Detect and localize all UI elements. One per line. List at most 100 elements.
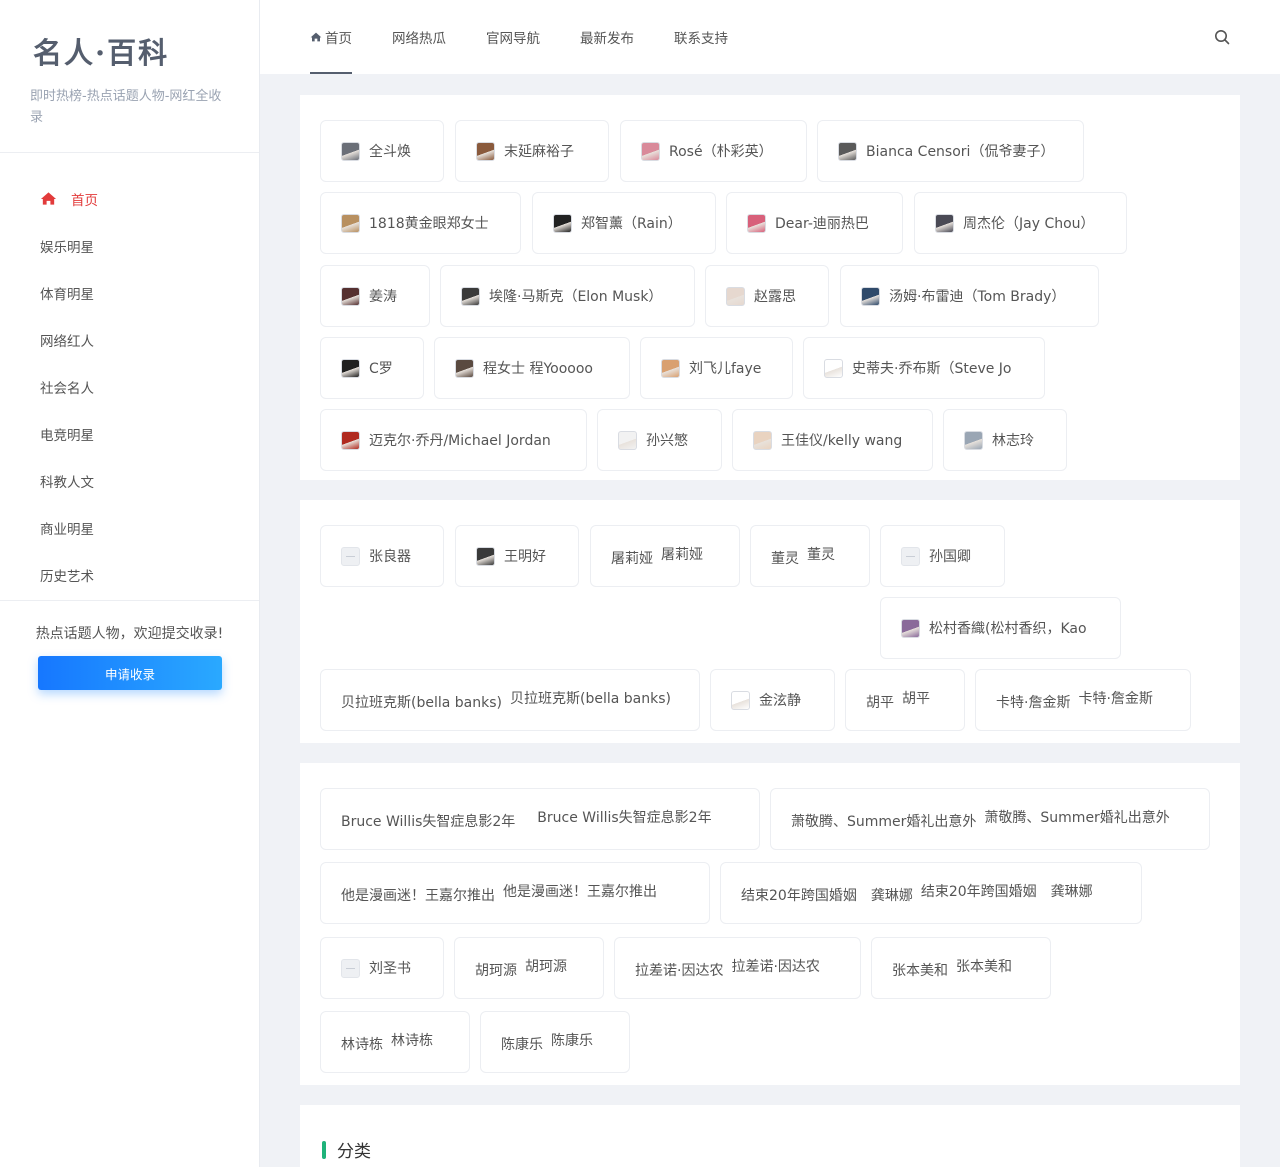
tag-item[interactable]: Rosé（朴彩英）: [620, 120, 807, 182]
tag-label: 张本美和: [892, 963, 948, 979]
avatar: [455, 358, 474, 378]
top-bar: 首页 网络热瓜 官网导航 最新发布 联系支持: [260, 0, 1280, 74]
tag-item[interactable]: 刘圣书: [320, 937, 444, 999]
sidebar-item-history[interactable]: 历史艺术: [0, 551, 259, 598]
avatar: [661, 358, 680, 378]
tag-item[interactable]: 林诗栋 林诗栋: [320, 1011, 470, 1073]
avatar: [476, 141, 495, 161]
tag-item[interactable]: 萧敬腾、Summer婚礼出意外 萧敬腾、Summer婚礼出意外: [770, 788, 1210, 850]
tag-item[interactable]: 程女士 程Yooooo: [434, 337, 630, 399]
tag-item[interactable]: Bianca Censori（侃爷妻子）: [817, 120, 1084, 182]
tag-item[interactable]: 陈康乐 陈康乐: [480, 1011, 630, 1073]
topics-panel: Bruce Willis失智症息影2年 Bruce Willis失智症息影2年 萧…: [300, 763, 1240, 1085]
tag-item[interactable]: 董灵 董灵: [750, 525, 870, 587]
tag-item[interactable]: 埃隆·马斯克（Elon Musk）: [440, 265, 695, 327]
apply-button[interactable]: 申请收录: [38, 656, 222, 690]
tag-item[interactable]: 林志玲: [943, 409, 1067, 471]
tag-label: 金泫静: [759, 693, 801, 709]
sidebar-item-home[interactable]: 首页: [0, 175, 259, 222]
tag-label: 胡珂源: [475, 963, 517, 979]
tag-item[interactable]: 胡平 胡平: [845, 669, 965, 731]
avatar: [838, 141, 857, 161]
avatar: [341, 430, 360, 450]
tag-item[interactable]: 张本美和 张本美和: [871, 937, 1051, 999]
tag-item[interactable]: 赵露思: [705, 265, 829, 327]
tag-item[interactable]: 金泫静: [710, 669, 835, 731]
home-icon: [40, 192, 57, 205]
tag-sub: 张本美和: [956, 959, 1012, 975]
tag-item[interactable]: 姜涛: [320, 265, 430, 327]
avatar-placeholder: [341, 958, 360, 978]
avatar: [901, 618, 920, 638]
avatar: [824, 358, 843, 378]
tag-item[interactable]: 迈克尔·乔丹/Michael Jordan: [320, 409, 587, 471]
avatar: [935, 213, 954, 233]
tab-support[interactable]: 联系支持: [674, 0, 728, 74]
tag-item[interactable]: 刘飞儿faye: [640, 337, 793, 399]
tab-latest[interactable]: 最新发布: [580, 0, 634, 74]
sidebar-item-science[interactable]: 科教人文: [0, 457, 259, 504]
tag-item[interactable]: 拉差诺·因达农 拉差诺·因达农: [614, 937, 861, 999]
tag-item[interactable]: 松村香織(松村香织，Kao: [880, 597, 1121, 659]
tab-home[interactable]: 首页: [310, 0, 352, 74]
site-subtitle: 即时热榜-热点话题人物-网红全收录: [30, 89, 222, 125]
tag-item[interactable]: 史蒂夫·乔布斯（Steve Jo: [803, 337, 1045, 399]
sidebar-item-label: 科教人文: [40, 474, 94, 491]
sidebar-item-business[interactable]: 商业明星: [0, 504, 259, 551]
tab-official-nav[interactable]: 官网导航: [486, 0, 540, 74]
tag-item[interactable]: 郑智薰（Rain）: [532, 192, 716, 254]
people-panel-2: 张良器 王明好 屠莉娅 屠莉娅 董灵 董灵 孙国卿 松村香織(松村香织，Kao 贝拉…: [300, 500, 1240, 743]
tag-item[interactable]: Dear-迪丽热巴: [726, 192, 903, 254]
tag-label: 结束20年跨国婚姻 龚琳娜: [741, 888, 913, 904]
tab-hot-gossip[interactable]: 网络热瓜: [392, 0, 446, 74]
tag-item[interactable]: 全斗焕: [320, 120, 444, 182]
tag-sub: 胡珂源: [525, 959, 567, 975]
tab-label: 官网导航: [486, 31, 540, 47]
tag-item[interactable]: 汤姆·布雷迪（Tom Brady）: [840, 265, 1099, 327]
tag-item[interactable]: 王明好: [455, 525, 579, 587]
search-icon[interactable]: [1214, 29, 1230, 45]
avatar: [341, 213, 360, 233]
avatar: [461, 286, 480, 306]
sidebar-item-influencers[interactable]: 网络红人: [0, 316, 259, 363]
tag-label: 他是漫画迷！王嘉尔推出: [341, 888, 495, 904]
site-logo[interactable]: 名人·百科 即时热榜-热点话题人物-网红全收录: [0, 0, 259, 153]
sidebar-item-celebrities[interactable]: 社会名人: [0, 363, 259, 410]
tag-item[interactable]: 屠莉娅 屠莉娅: [590, 525, 740, 587]
tag-label: C罗: [369, 361, 393, 377]
tag-item[interactable]: 贝拉班克斯(bella banks) 贝拉班克斯(bella banks): [320, 669, 700, 731]
tag-label: 王明好: [504, 549, 546, 565]
tag-item[interactable]: 结束20年跨国婚姻 龚琳娜 结束20年跨国婚姻 龚琳娜: [720, 862, 1142, 924]
tag-item[interactable]: 孙国卿: [880, 525, 1005, 587]
sidebar: 名人·百科 即时热榜-热点话题人物-网红全收录 首页 娱乐明星 体育明星 网络红…: [0, 0, 260, 1167]
tag-sub: 陈康乐: [551, 1033, 593, 1049]
sidebar-item-esports[interactable]: 电竞明星: [0, 410, 259, 457]
tag-label: 迈克尔·乔丹/Michael Jordan: [369, 433, 551, 449]
avatar: [553, 213, 572, 233]
tag-sub: 结束20年跨国婚姻 龚琳娜: [920, 884, 1093, 900]
tag-item[interactable]: 孙兴慜: [597, 409, 722, 471]
tag-item[interactable]: 张良器: [320, 525, 444, 587]
tag-label: 郑智薰（Rain）: [581, 216, 682, 232]
avatar: [726, 286, 745, 306]
sidebar-item-label: 商业明星: [40, 521, 94, 538]
sidebar-item-entertainment[interactable]: 娱乐明星: [0, 222, 259, 269]
tag-item[interactable]: C罗: [320, 337, 424, 399]
tag-label: 刘飞儿faye: [689, 361, 762, 377]
avatar: [341, 286, 360, 306]
tag-item[interactable]: 胡珂源 胡珂源: [454, 937, 604, 999]
tab-label: 最新发布: [580, 31, 634, 47]
tag-item[interactable]: 王佳仪/kelly wang: [732, 409, 933, 471]
site-title[interactable]: 名人·百科: [33, 30, 229, 72]
tag-item[interactable]: 周杰伦（Jay Chou）: [914, 192, 1127, 254]
tag-item[interactable]: Bruce Willis失智症息影2年 Bruce Willis失智症息影2年: [320, 788, 760, 850]
divider: [0, 600, 259, 601]
tab-label: 联系支持: [674, 31, 728, 47]
category-title: 分类: [337, 1142, 371, 1162]
sidebar-item-sports[interactable]: 体育明星: [0, 269, 259, 316]
tag-item[interactable]: 他是漫画迷！王嘉尔推出 他是漫画迷！王嘉尔推出: [320, 862, 710, 924]
tag-item[interactable]: 卡特·詹金斯 卡特·詹金斯: [975, 669, 1191, 731]
tag-sub: 林诗栋: [391, 1033, 433, 1049]
tag-item[interactable]: 末延麻裕子: [455, 120, 609, 182]
tag-item[interactable]: 1818黄金眼郑女士: [320, 192, 521, 254]
